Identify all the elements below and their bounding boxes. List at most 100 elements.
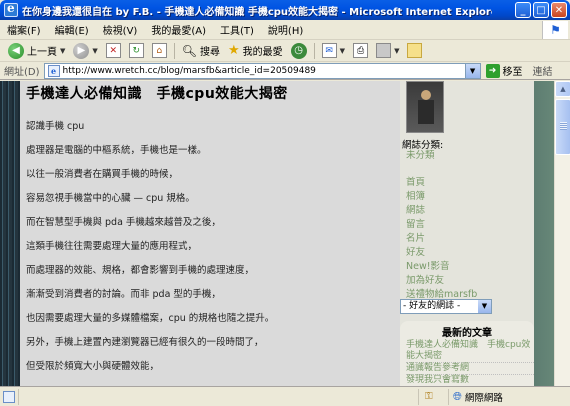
list-item[interactable]: 發現我只會寫數 [406, 374, 534, 386]
forward-button[interactable]: ▶ ▼ [69, 41, 101, 61]
menu-help[interactable]: 說明(H) [261, 22, 310, 37]
recent-articles-panel: 最新的文章 手機達人必備知識 手機cpu效能大揭密 通識報告參考網 發現我只會寫… [400, 321, 534, 386]
zone-label: 網際網路 [464, 392, 503, 404]
ie-icon [4, 1, 18, 17]
sidebar-item-guestbook[interactable]: 留言 [406, 218, 534, 232]
recent-articles-title: 最新的文章 [442, 328, 492, 339]
forward-arrow-icon: ▶ [73, 42, 90, 59]
status-message [18, 388, 418, 405]
toolbar-separator [313, 42, 315, 59]
home-button[interactable]: ⌂ [148, 41, 171, 61]
search-button[interactable]: 🔍︎ 搜尋 [178, 41, 224, 61]
star-icon: ★ [228, 43, 240, 58]
status-page-cell [0, 389, 18, 405]
lock-icon: ⚿ [425, 391, 433, 402]
article: 手機達人必備知識 手機cpu效能大揭密 認識手機 cpu 處理器是電腦的中樞系統… [20, 81, 400, 386]
menu-edit[interactable]: 編輯(E) [48, 22, 96, 37]
sidebar-item-uncategorized[interactable]: 未分類 [406, 149, 534, 163]
edit-button[interactable]: ▼ [372, 41, 403, 61]
article-paragraph: 但受限於頻寬大小與硬體效能， [26, 361, 160, 372]
back-dropdown-icon[interactable]: ▼ [60, 47, 65, 55]
title-bar: 在你身邊我還很自在 by F.B. - 手機達人必備知識 手機cpu效能大揭密 … [0, 0, 570, 20]
sidebar: 網誌分類: 未分類 首頁 相簿 網誌 留言 名片 好友 New!影音 加為好友 … [400, 81, 534, 386]
mail-dropdown-icon[interactable]: ▼ [340, 47, 345, 55]
windows-flag-icon: ⚑ [542, 21, 568, 39]
address-input[interactable] [62, 65, 463, 76]
home-icon: ⌂ [151, 43, 167, 58]
links-button[interactable]: 連結 [533, 63, 553, 78]
menu-file[interactable]: 檔案(F) [0, 22, 48, 37]
friends-select-value: - 好友的網誌 - [403, 301, 461, 311]
sidebar-item-profile[interactable]: 名片 [406, 232, 534, 246]
address-dropdown-icon[interactable]: ▼ [464, 63, 480, 78]
sidebar-item-add-friend[interactable]: 加為好友 [406, 274, 534, 288]
back-arrow-icon: ◀ [8, 42, 24, 59]
page-icon: e [47, 64, 60, 77]
edit-icon [376, 43, 392, 58]
sidebar-item-video[interactable]: New!影音 [406, 260, 534, 274]
sidebar-item-home[interactable]: 首頁 [406, 176, 534, 190]
window-title: 在你身邊我還很自在 by F.B. - 手機達人必備知識 手機cpu效能大揭密 … [22, 6, 492, 18]
search-label: 搜尋 [200, 47, 221, 58]
article-paragraph: 另外，手機上建置內建瀏覽器已經有很久的一段時間了， [26, 337, 264, 348]
list-item[interactable]: 通識報告參考網 [406, 362, 534, 374]
status-zone: 🌐︎ 網際網路 [448, 388, 570, 405]
back-label: 上一頁 [27, 47, 57, 58]
background-decoration [0, 81, 20, 386]
stop-icon: ✕ [105, 43, 121, 58]
sidebar-item-blog[interactable]: 網誌 [406, 204, 534, 218]
photo-figure [418, 100, 434, 124]
folder-button[interactable] [403, 41, 426, 61]
close-button[interactable]: ✕ [551, 2, 567, 18]
article-paragraph: 認識手機 cpu [26, 121, 85, 132]
article-paragraph: 容易忽視手機當中的心臟 — cpu 規格。 [26, 193, 195, 204]
favorites-button[interactable]: ★ 我的最愛 [224, 41, 287, 61]
menu-view[interactable]: 檢視(V) [96, 22, 145, 37]
globe-icon: 🌐︎ [453, 389, 462, 403]
toolbar: ◀ 上一頁 ▼ ▶ ▼ ✕ ↻ ⌂ 🔍︎ 搜尋 ★ 我的最愛 ◷ ✉ ▼ ⎙ ▼ [0, 40, 570, 62]
refresh-button[interactable]: ↻ [125, 41, 148, 61]
article-paragraph: 而處理器的效能、規格，都會影響到手機的處理速度， [26, 265, 255, 276]
go-arrow-icon: ➜ [485, 63, 500, 78]
scroll-up-icon[interactable]: ▲ [555, 81, 570, 97]
sidebar-item-friends[interactable]: 好友 [406, 246, 534, 260]
friends-blog-select[interactable]: - 好友的網誌 - ▼ [400, 299, 492, 314]
maximize-button[interactable]: □ [533, 2, 549, 18]
go-button[interactable]: ➜ 移至 [485, 63, 523, 78]
stop-button[interactable]: ✕ [102, 41, 125, 61]
search-icon: 🔍︎ [181, 43, 198, 58]
print-button[interactable]: ⎙ [349, 41, 372, 61]
menu-tools[interactable]: 工具(T) [213, 22, 261, 37]
window-controls: _ □ ✕ [515, 2, 567, 18]
list-item[interactable]: 手機達人必備知識 手機cpu效能大揭密 [406, 340, 534, 362]
article-title: 手機達人必備知識 手機cpu效能大揭密 [26, 86, 288, 102]
favorites-label: 我的最愛 [242, 47, 283, 58]
print-icon: ⎙ [353, 43, 369, 58]
photo-figure [421, 90, 431, 100]
article-paragraph: 這類手機往往需要處理大量的應用程式， [26, 241, 198, 252]
profile-photo[interactable] [406, 81, 444, 133]
folder-icon [407, 43, 423, 58]
menu-favorites[interactable]: 我的最愛(A) [144, 22, 213, 37]
sidebar-item-album[interactable]: 相簿 [406, 190, 534, 204]
chevron-down-icon[interactable]: ▼ [478, 300, 491, 313]
minimize-button[interactable]: _ [515, 2, 531, 18]
page-content: 手機達人必備知識 手機cpu效能大揭密 認識手機 cpu 處理器是電腦的中樞系統… [0, 81, 570, 386]
status-security-cell: ⚿ [418, 388, 448, 405]
mail-button[interactable]: ✉ ▼ [318, 41, 349, 61]
forward-dropdown-icon[interactable]: ▼ [92, 47, 97, 55]
article-paragraph: 漸漸受到消費者的討論。而非 pda 型的手機， [26, 289, 221, 300]
back-button[interactable]: ◀ 上一頁 ▼ [4, 41, 69, 61]
sidebar-nav: 未分類 首頁 相簿 網誌 留言 名片 好友 New!影音 加為好友 送禮物給ma… [406, 149, 534, 302]
article-paragraph: 處理器是電腦的中樞系統，手機也是一樣。 [26, 145, 207, 156]
menu-bar: 檔案(F) 編輯(E) 檢視(V) 我的最愛(A) 工具(T) 說明(H) ⚑ [0, 20, 570, 40]
scroll-thumb[interactable] [555, 99, 570, 155]
recent-articles-list: 手機達人必備知識 手機cpu效能大揭密 通識報告參考網 發現我只會寫數 [400, 336, 534, 386]
go-label: 移至 [502, 67, 523, 78]
address-bar: 網址(D) e ▼ ➜ 移至 連結 [0, 62, 570, 80]
history-button[interactable]: ◷ [287, 41, 311, 61]
address-field[interactable]: e ▼ [43, 62, 481, 79]
vertical-scrollbar[interactable]: ▲ [554, 81, 570, 386]
edit-dropdown-icon[interactable]: ▼ [394, 47, 399, 55]
